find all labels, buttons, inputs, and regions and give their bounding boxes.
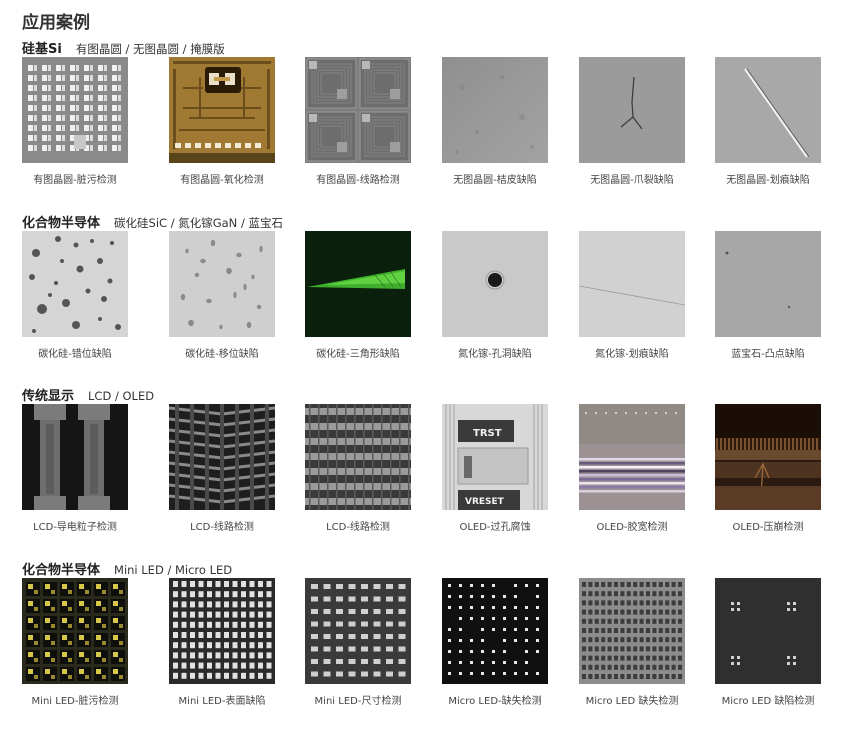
section-subtitle: 有图晶圆 / 无图晶圆 / 掩膜版 [75, 42, 225, 56]
case-caption: 有图晶圆-脏污检测 [33, 175, 117, 186]
case-tile[interactable]: 无图晶圆-桔皮缺陷 [442, 57, 548, 186]
page-title: 应用案例 [22, 13, 90, 33]
vreset-label: VRESET [465, 497, 505, 507]
wafer-oxidation-image [169, 57, 275, 163]
case-caption: Mini LED-脏污检测 [31, 696, 119, 707]
section-silicon: 硅基Si 有图晶圆 / 无图晶圆 / 掩膜版 有图晶圆-脏污检测 有图晶圆-氧化… [0, 38, 841, 210]
case-caption: Micro LED-缺失检测 [448, 696, 542, 707]
wafer-grid-image [22, 57, 128, 163]
case-caption: OLED-过孔腐蚀 [459, 522, 531, 533]
case-tile[interactable]: 氮化镓-孔洞缺陷 [442, 231, 548, 360]
lcd-stripe-circuit-image [305, 404, 411, 510]
case-caption: 氮化镓-划痕缺陷 [595, 349, 669, 360]
oled-crush-image [715, 404, 821, 510]
case-tile[interactable]: OLED-胶宽检测 [579, 404, 685, 533]
section-subtitle: 碳化硅SiC / 氮化镓GaN / 蓝宝石 [114, 216, 283, 230]
orange-peel-image [442, 57, 548, 163]
micro-led-missing2-image [579, 578, 685, 684]
sic-triangle-image [305, 231, 411, 337]
gan-hole-image [442, 231, 548, 337]
section-led: 化合物半导体 Mini LED / Micro LED Mini LED-脏污检测… [0, 559, 841, 731]
trst-label: TRST [473, 428, 502, 439]
oled-via-image: TRST VRESET [442, 404, 548, 510]
section-header: 化合物半导体 Mini LED / Micro LED [22, 559, 233, 578]
case-caption: Micro LED 缺陷检测 [721, 696, 815, 707]
section-subtitle: Mini LED / Micro LED [114, 563, 233, 577]
section-header: 硅基Si 有图晶圆 / 无图晶圆 / 掩膜版 [22, 38, 225, 57]
mini-led-surface-image [169, 578, 275, 684]
case-caption: 碳化硅-移位缺陷 [185, 349, 259, 360]
section-subtitle: LCD / OLED [88, 389, 155, 403]
scratch-image [715, 57, 821, 163]
case-tile[interactable]: Mini LED-表面缺陷 [169, 578, 275, 707]
case-tile[interactable]: 有图晶圆-线路检测 [305, 57, 411, 186]
micro-led-missing-image [442, 578, 548, 684]
lcd-particle-image [22, 404, 128, 510]
case-tile[interactable]: Mini LED-尺寸检测 [305, 578, 411, 707]
case-caption: 有图晶圆-线路检测 [316, 175, 400, 186]
case-caption: 有图晶圆-氧化检测 [180, 175, 264, 186]
case-caption: 氮化镓-孔洞缺陷 [458, 349, 532, 360]
oled-glue-image [579, 404, 685, 510]
case-tile[interactable]: 碳化硅-移位缺陷 [169, 231, 275, 360]
case-tile[interactable]: Micro LED 缺陷检测 [715, 578, 821, 707]
section-title: 硅基Si [22, 42, 62, 57]
case-tile[interactable]: LCD-线路检测 [305, 404, 411, 533]
case-tile[interactable]: LCD-线路检测 [169, 404, 275, 533]
case-tile[interactable]: Micro LED-缺失检测 [442, 578, 548, 707]
case-caption: LCD-线路检测 [190, 522, 254, 533]
section-compound-semiconductor: 化合物半导体 碳化硅SiC / 氮化镓GaN / 蓝宝石 碳化硅-错位缺陷 碳化硅… [0, 212, 841, 384]
case-tile[interactable]: 蓝宝石-凸点缺陷 [715, 231, 821, 360]
section-traditional-display: 传统显示 LCD / OLED LCD-导电粒子检测 LCD-线路检测 LCD-… [0, 385, 841, 557]
sic-dislocation-image [22, 231, 128, 337]
lcd-chevron-circuit-image [169, 404, 275, 510]
case-caption: OLED-压崩检测 [732, 522, 804, 533]
case-tile[interactable]: 有图晶圆-氧化检测 [169, 57, 275, 186]
case-caption: 碳化硅-错位缺陷 [38, 349, 112, 360]
case-tile[interactable]: 无图晶圆-划痕缺陷 [715, 57, 821, 186]
case-tile[interactable]: TRST VRESET OLED-过孔腐蚀 [442, 404, 548, 533]
mini-led-size-image [305, 578, 411, 684]
case-caption: LCD-导电粒子检测 [33, 522, 117, 533]
section-title: 化合物半导体 [22, 563, 101, 578]
section-header: 化合物半导体 碳化硅SiC / 氮化镓GaN / 蓝宝石 [22, 212, 283, 231]
section-header: 传统显示 LCD / OLED [22, 385, 155, 404]
case-tile[interactable]: 碳化硅-错位缺陷 [22, 231, 128, 360]
case-tile[interactable]: LCD-导电粒子检测 [22, 404, 128, 533]
case-tile[interactable]: 氮化镓-划痕缺陷 [579, 231, 685, 360]
micro-led-defect-image [715, 578, 821, 684]
case-caption: 无图晶圆-桔皮缺陷 [453, 175, 537, 186]
case-caption: OLED-胶宽检测 [596, 522, 668, 533]
gan-scratch-image [579, 231, 685, 337]
case-caption: 无图晶圆-爪裂缺陷 [590, 175, 674, 186]
case-caption: Mini LED-表面缺陷 [178, 696, 266, 707]
case-caption: 蓝宝石-凸点缺陷 [731, 349, 805, 360]
case-caption: Mini LED-尺寸检测 [314, 696, 402, 707]
case-tile[interactable]: 无图晶圆-爪裂缺陷 [579, 57, 685, 186]
mini-led-dirt-image [22, 578, 128, 684]
case-caption: Micro LED 缺失检测 [585, 696, 679, 707]
case-tile[interactable]: Micro LED 缺失检测 [579, 578, 685, 707]
sic-shift-image [169, 231, 275, 337]
case-caption: 碳化硅-三角形缺陷 [316, 349, 400, 360]
case-tile[interactable]: Mini LED-脏污检测 [22, 578, 128, 707]
section-title: 化合物半导体 [22, 216, 101, 231]
sapphire-bump-image [715, 231, 821, 337]
case-tile[interactable]: 有图晶圆-脏污检测 [22, 57, 128, 186]
case-tile[interactable]: 碳化硅-三角形缺陷 [305, 231, 411, 360]
case-tile[interactable]: OLED-压崩检测 [715, 404, 821, 533]
case-caption: LCD-线路检测 [326, 522, 390, 533]
claw-crack-image [579, 57, 685, 163]
case-caption: 无图晶圆-划痕缺陷 [726, 175, 810, 186]
section-title: 传统显示 [22, 389, 75, 404]
wafer-circuit-image [305, 57, 411, 163]
